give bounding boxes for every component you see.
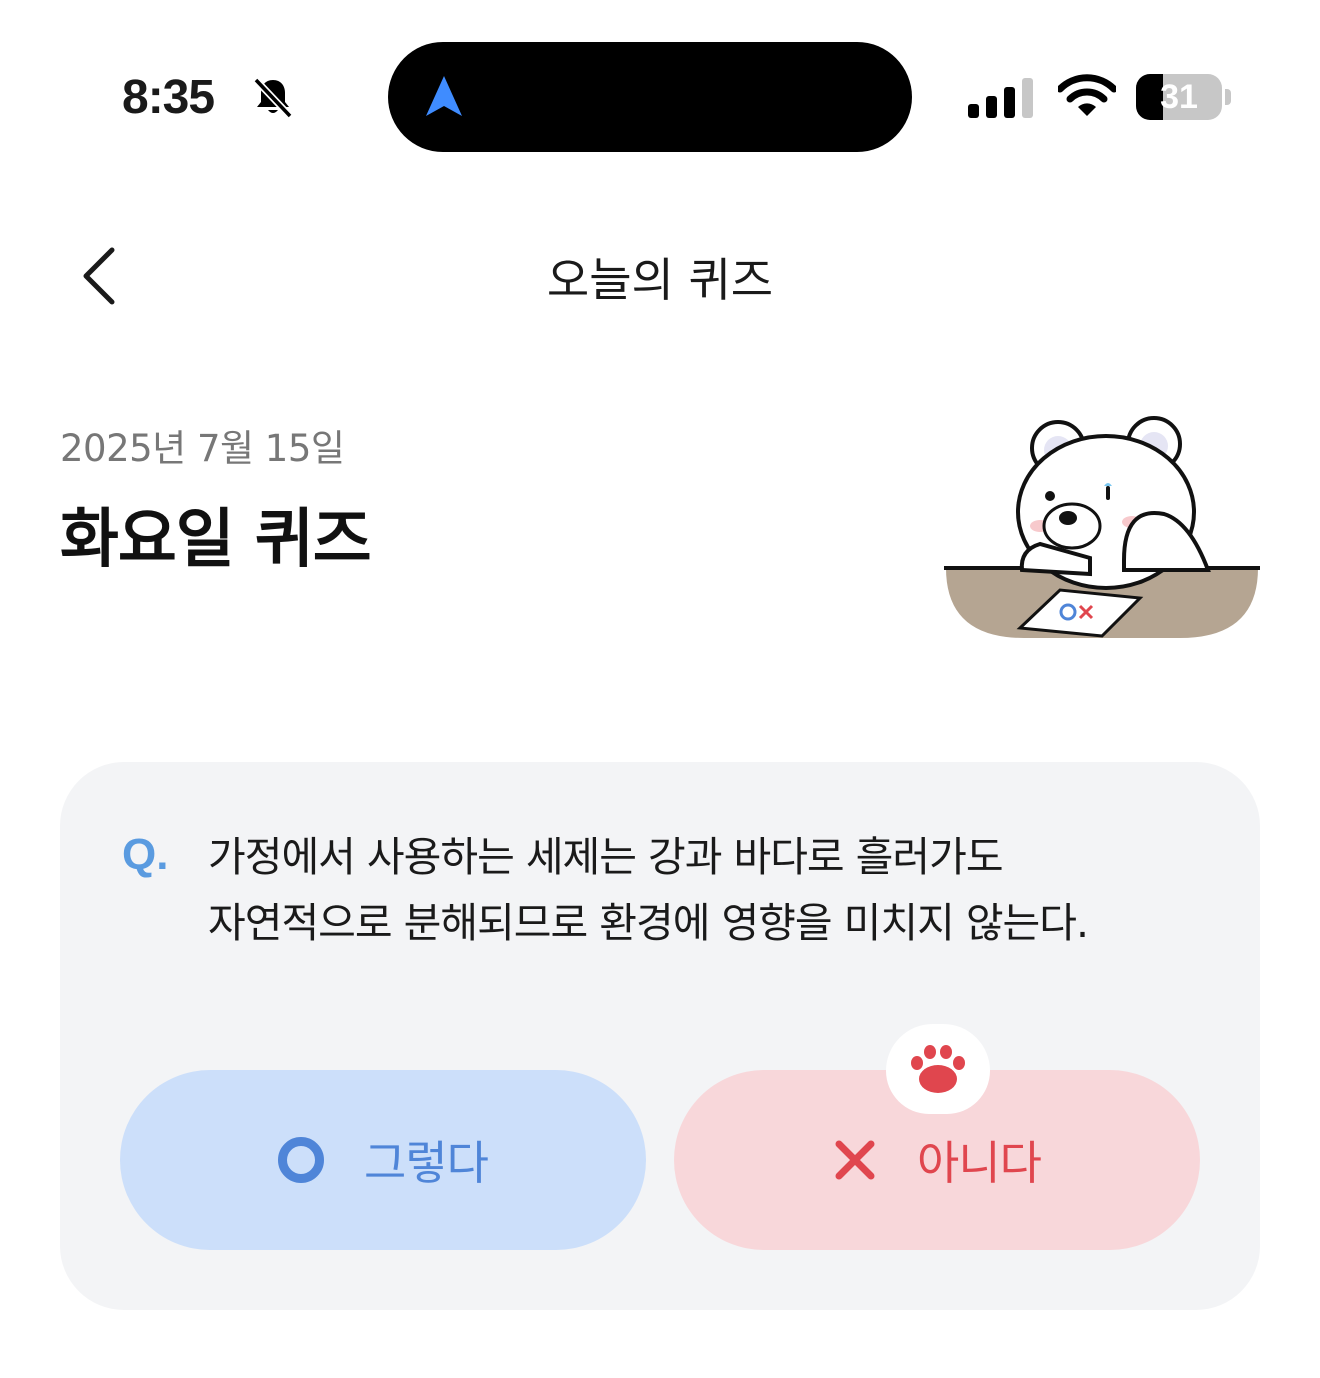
paw-icon — [911, 1045, 965, 1093]
wifi-icon — [1058, 74, 1116, 116]
bell-slash-icon — [253, 77, 293, 119]
location-arrow-icon — [426, 76, 462, 116]
page-title: 화요일 퀴즈 — [60, 503, 372, 577]
status-time: 8:35 — [122, 71, 215, 124]
dynamic-island — [388, 42, 912, 152]
quiz-screen: 8:35 31 오늘의 퀴즈 2025년 7월 15일 화요일 퀴즈 Q. 가정… — [0, 0, 1320, 1378]
battery-icon: 31 — [1136, 74, 1232, 120]
question-line-2: 자연적으로 분해되므로 환경에 영향을 미치지 않는다. — [208, 899, 1089, 947]
question-label: Q. — [122, 830, 169, 879]
nav-title: 오늘의 퀴즈 — [546, 253, 774, 307]
question-line-1: 가정에서 사용하는 세제는 강과 바다로 흘러가도 — [208, 833, 1004, 881]
circle-o-icon — [278, 1137, 325, 1183]
answer-yes-button[interactable]: 그렇다 — [120, 1070, 646, 1250]
x-mark-icon — [835, 1140, 875, 1180]
answer-no-label: 아니다 — [917, 1136, 1042, 1190]
quiz-date: 2025년 7월 15일 — [60, 427, 345, 470]
quiz-card: Q. 가정에서 사용하는 세제는 강과 바다로 흘러가도 자연적으로 분해되므로… — [60, 762, 1260, 1310]
question-text: 가정에서 사용하는 세제는 강과 바다로 흘러가도 자연적으로 분해되므로 환경… — [208, 824, 1208, 956]
bear-illustration — [944, 416, 1260, 638]
cellular-signal-icon — [968, 78, 1033, 118]
paw-badge — [886, 1024, 990, 1114]
battery-body: 31 — [1136, 74, 1222, 120]
battery-tip — [1225, 89, 1231, 105]
battery-level: 31 — [1160, 78, 1198, 116]
answer-yes-label: 그렇다 — [364, 1136, 489, 1190]
